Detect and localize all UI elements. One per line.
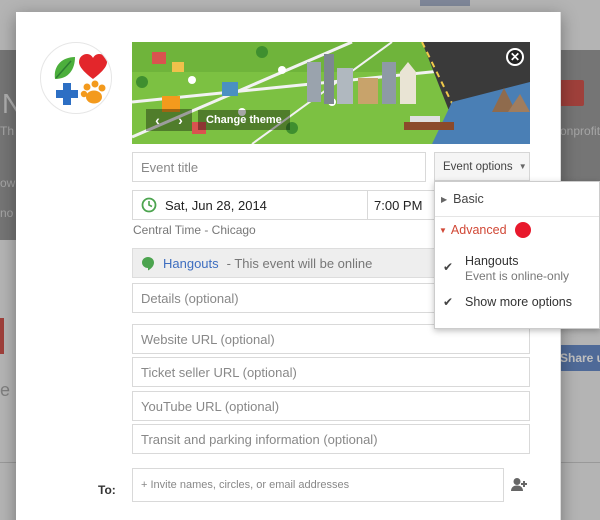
invite-input[interactable]: + Invite names, circles, or email addres… xyxy=(132,468,504,502)
checkmark-icon: ✔ xyxy=(443,295,454,309)
menu-item-advanced[interactable]: ▼ Advanced xyxy=(435,222,599,238)
date-field[interactable]: Sat, Jun 28, 2014 xyxy=(133,191,368,219)
hangouts-hint: - This event will be online xyxy=(226,255,373,271)
event-title-input[interactable]: Event title xyxy=(132,152,426,182)
red-dot-indicator xyxy=(514,222,531,238)
youtube-placeholder: YouTube URL (optional) xyxy=(141,398,280,414)
menu-show-more-label: Show more options xyxy=(465,295,573,309)
theme-arrows: ‹ › xyxy=(146,109,192,131)
hangouts-row: Hangouts - This event will be online xyxy=(132,248,441,278)
menu-advanced-label: Advanced xyxy=(450,223,507,237)
hangouts-icon xyxy=(142,256,154,270)
menu-divider xyxy=(435,216,599,217)
menu-basic-label: Basic xyxy=(453,192,484,206)
transit-placeholder: Transit and parking information (optiona… xyxy=(141,431,378,447)
event-options-menu: ▶ Basic ▼ Advanced ✔ Hangouts Event is o… xyxy=(434,181,600,329)
invite-placeholder: + Invite names, circles, or email addres… xyxy=(141,479,350,491)
logo-icon xyxy=(54,54,107,105)
avatar xyxy=(40,42,112,114)
date-time-row: Sat, Jun 28, 2014 7:00 PM xyxy=(132,190,441,220)
time-field[interactable]: 7:00 PM xyxy=(368,198,422,213)
prev-theme-button[interactable]: ‹ xyxy=(155,112,160,128)
change-theme-control: ‹ › Change theme xyxy=(146,108,290,132)
hangouts-link[interactable]: Hangouts xyxy=(163,256,219,271)
menu-item-basic[interactable]: ▶ Basic xyxy=(435,192,599,206)
to-label: To: xyxy=(98,483,116,497)
ticket-placeholder: Ticket seller URL (optional) xyxy=(141,364,297,380)
change-theme-button[interactable]: Change theme xyxy=(198,110,290,130)
event-options-button[interactable]: Event options ▼ xyxy=(434,152,530,181)
close-icon[interactable]: ✕ xyxy=(506,48,524,66)
details-placeholder: Details (optional) xyxy=(141,290,239,306)
website-placeholder: Website URL (optional) xyxy=(141,331,275,347)
timezone-label[interactable]: Central Time - Chicago xyxy=(133,223,256,237)
event-title-placeholder: Event title xyxy=(141,159,199,175)
menu-item-show-more[interactable]: ✔ Show more options xyxy=(443,295,599,309)
checkmark-icon: ✔ xyxy=(443,260,454,274)
youtube-url-input[interactable]: YouTube URL (optional) xyxy=(132,391,530,421)
add-person-icon[interactable] xyxy=(510,476,528,494)
menu-item-text: Hangouts Event is online-only xyxy=(465,254,569,283)
clock-icon xyxy=(141,197,157,213)
menu-hangouts-sub: Event is online-only xyxy=(465,269,570,283)
time-value: 7:00 PM xyxy=(374,197,423,213)
theme-banner: ‹ › Change theme ✕ xyxy=(132,42,530,144)
date-value: Sat, Jun 28, 2014 xyxy=(165,197,267,213)
ticket-url-input[interactable]: Ticket seller URL (optional) xyxy=(132,357,530,387)
menu-hangouts-label: Hangouts xyxy=(465,254,519,268)
triangle-down-icon: ▼ xyxy=(439,225,447,235)
next-theme-button[interactable]: › xyxy=(178,112,183,128)
triangle-right-icon: ▶ xyxy=(441,194,448,204)
event-options-label: Event options xyxy=(443,160,513,173)
menu-item-hangouts[interactable]: ✔ Hangouts Event is online-only xyxy=(443,254,599,283)
transit-info-input[interactable]: Transit and parking information (optiona… xyxy=(132,424,530,454)
caret-down-icon: ▼ xyxy=(518,162,527,171)
